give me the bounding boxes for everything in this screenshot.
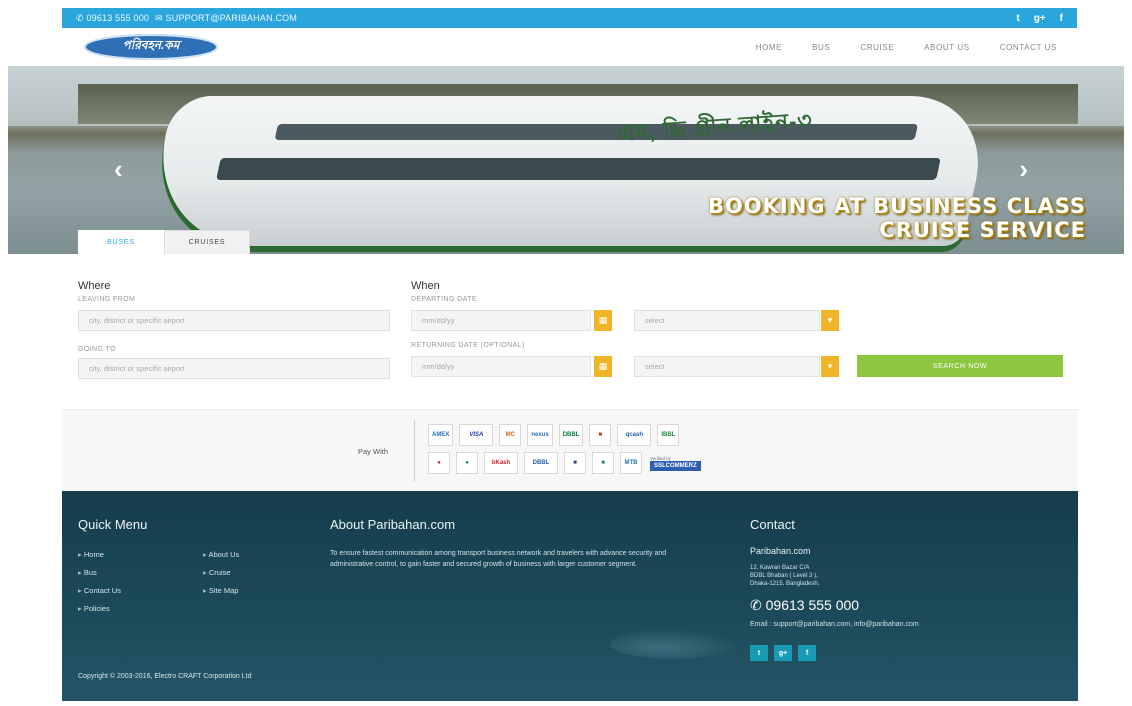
time-select-1[interactable]: select [634, 310, 820, 331]
slider-prev-icon[interactable]: ‹ [114, 154, 123, 185]
dbbl-mobile-logo: DBBL [524, 452, 558, 474]
quick-menu-col1: Home Bus Contact Us Policies [78, 550, 121, 622]
payment-divider [414, 420, 415, 482]
card-logo: ■ [592, 452, 614, 474]
visa-logo: VISA [459, 424, 494, 446]
where-title: Where [78, 280, 111, 292]
search-form: Where LEAVING FROM city, district or spe… [78, 276, 1068, 386]
footer-link-policies[interactable]: Policies [78, 604, 121, 613]
dbbl-logo: DBBL [558, 424, 584, 446]
nav-contact-us[interactable]: CONTACT US [1000, 43, 1057, 52]
main-nav: HOME BUS CRUISE ABOUT US CONTACT US [756, 43, 1057, 52]
leaving-from-label: LEAVING FROM [78, 296, 136, 303]
search-tabs: BUSES CRUISES [78, 230, 250, 254]
site-footer: Quick Menu Home Bus Contact Us Policies … [62, 491, 1078, 701]
quick-menu-title: Quick Menu [78, 517, 148, 532]
going-to-input[interactable]: city, district or specific airport [78, 358, 390, 379]
card-logo: ● [428, 452, 450, 474]
departing-date-label: DEPARTING DATE [411, 296, 477, 303]
top-email[interactable]: ✉ SUPPORT@PARIBAHAN.COM [155, 13, 297, 24]
top-contact: ✆ 09613 555 000 ✉ SUPPORT@PARIBAHAN.COM [76, 13, 297, 24]
facebook-icon[interactable]: f [798, 645, 816, 661]
card-logo: ■ [589, 424, 612, 446]
top-social: t g+ f [1016, 13, 1063, 24]
search-now-button[interactable]: SEARCH NOW [857, 355, 1063, 377]
footer-link-bus[interactable]: Bus [78, 568, 121, 577]
nav-cruise[interactable]: CRUISE [860, 43, 894, 52]
address-line: BDBL Bhaban ( Level 3 ), [750, 573, 818, 579]
going-to-label: GOING TO [78, 346, 116, 353]
qcash-logo: qcash [617, 424, 652, 446]
nav-bus[interactable]: BUS [812, 43, 830, 52]
copyright-text: Copyright © 2003-2016, Electro CRAFT Cor… [78, 673, 252, 680]
returning-date-label: RETURNING DATE (OPTIONAL) [411, 342, 525, 349]
returning-date-input[interactable]: mm/dd/yy [411, 356, 591, 377]
payment-logo-row: AMEX VISA MC nexus DBBL ■ qcash IBBL [428, 424, 828, 446]
sslcommerz-logo: SSLCOMMERZ [650, 460, 701, 471]
nexus-logo: nexus [527, 424, 553, 446]
twitter-icon[interactable]: t [750, 645, 768, 661]
top-phone: ✆ 09613 555 000 [76, 12, 150, 23]
facebook-icon[interactable]: f [1060, 13, 1063, 24]
contact-company: Paribahan.com [750, 546, 811, 556]
tab-cruises[interactable]: CRUISES [164, 230, 250, 254]
calendar-icon[interactable]: ▦ [594, 356, 612, 377]
hero-caption-line1: BOOKING AT BUSINESS CLASS [707, 194, 1086, 218]
google-plus-icon[interactable]: g+ [774, 645, 792, 661]
site-logo[interactable]: পরিবহন.কম [84, 34, 218, 60]
nav-home[interactable]: HOME [756, 43, 782, 52]
top-bar: ✆ 09613 555 000 ✉ SUPPORT@PARIBAHAN.COM … [62, 8, 1077, 28]
footer-link-contact-us[interactable]: Contact Us [78, 586, 121, 595]
bkash-logo: bKash [484, 452, 518, 474]
footer-social: t g+ f [750, 645, 816, 661]
chevron-down-icon[interactable]: ▾ [821, 310, 839, 331]
address-line: Dhaka-1215, Bangladesh. [750, 581, 820, 587]
calendar-icon[interactable]: ▦ [594, 310, 612, 331]
footer-link-cruise[interactable]: Cruise [203, 568, 239, 577]
leaving-from-input[interactable]: city, district or specific airport [78, 310, 390, 331]
card-logo: ● [456, 452, 478, 474]
hero-caption-line2: CRUISE SERVICE [879, 218, 1086, 242]
slider-next-icon[interactable]: › [1019, 154, 1028, 185]
payment-logos: AMEX VISA MC nexus DBBL ■ qcash IBBL ● ●… [428, 424, 828, 480]
ibbl-logo: IBBL [657, 424, 680, 446]
ship-window-row-lower [216, 158, 941, 180]
contact-email[interactable]: Email : support@paribahan.com, info@pari… [750, 621, 919, 628]
amex-logo: AMEX [428, 424, 454, 446]
mastercard-logo: MC [499, 424, 522, 446]
chevron-down-icon[interactable]: ▾ [821, 356, 839, 377]
about-text: To ensure fastest communication among tr… [330, 550, 667, 568]
footer-link-about-us[interactable]: About Us [203, 550, 239, 559]
address-line: 12, Kawran Bazar C/A [750, 565, 810, 571]
pay-with-label: Pay With [358, 447, 389, 456]
payment-logo-row: ● ● bKash DBBL ■ ■ MTB Verified by SSLCO… [428, 452, 828, 474]
hero-slider: এম, ভি গ্রীন লাইন-৩ BOOKING AT BUSINESS … [8, 66, 1124, 254]
card-logo: ■ [564, 452, 586, 474]
footer-link-site-map[interactable]: Site Map [203, 586, 239, 595]
google-plus-icon[interactable]: g+ [1034, 13, 1046, 24]
twitter-icon[interactable]: t [1016, 13, 1019, 24]
sslcommerz-badge: Verified by SSLCOMMERZ [650, 452, 701, 474]
hero-caption: BOOKING AT BUSINESS CLASS CRUISE SERVICE [708, 194, 1086, 242]
departing-date-input[interactable]: mm/dd/yy [411, 310, 591, 331]
nav-about-us[interactable]: ABOUT US [924, 43, 970, 52]
when-title: When [411, 280, 440, 292]
site-header: পরিবহন.কম HOME BUS CRUISE ABOUT US CONTA… [62, 28, 1077, 66]
payment-methods: Pay With AMEX VISA MC nexus DBBL ■ qcash… [62, 409, 1078, 491]
contact-title: Contact [750, 517, 795, 532]
contact-phone: ✆ 09613 555 000 [750, 597, 860, 613]
contact-address: 12, Kawran Bazar C/A BDBL Bhaban ( Level… [750, 564, 819, 588]
footer-background-art [610, 629, 740, 659]
quick-menu-col2: About Us Cruise Site Map [203, 550, 239, 604]
mtb-logo: MTB [620, 452, 642, 474]
about-title: About Paribahan.com [330, 517, 456, 532]
footer-link-home[interactable]: Home [78, 550, 121, 559]
tab-buses[interactable]: BUSES [78, 230, 164, 254]
time-select-2[interactable]: select [634, 356, 820, 377]
ship-window-row-upper [274, 124, 918, 140]
